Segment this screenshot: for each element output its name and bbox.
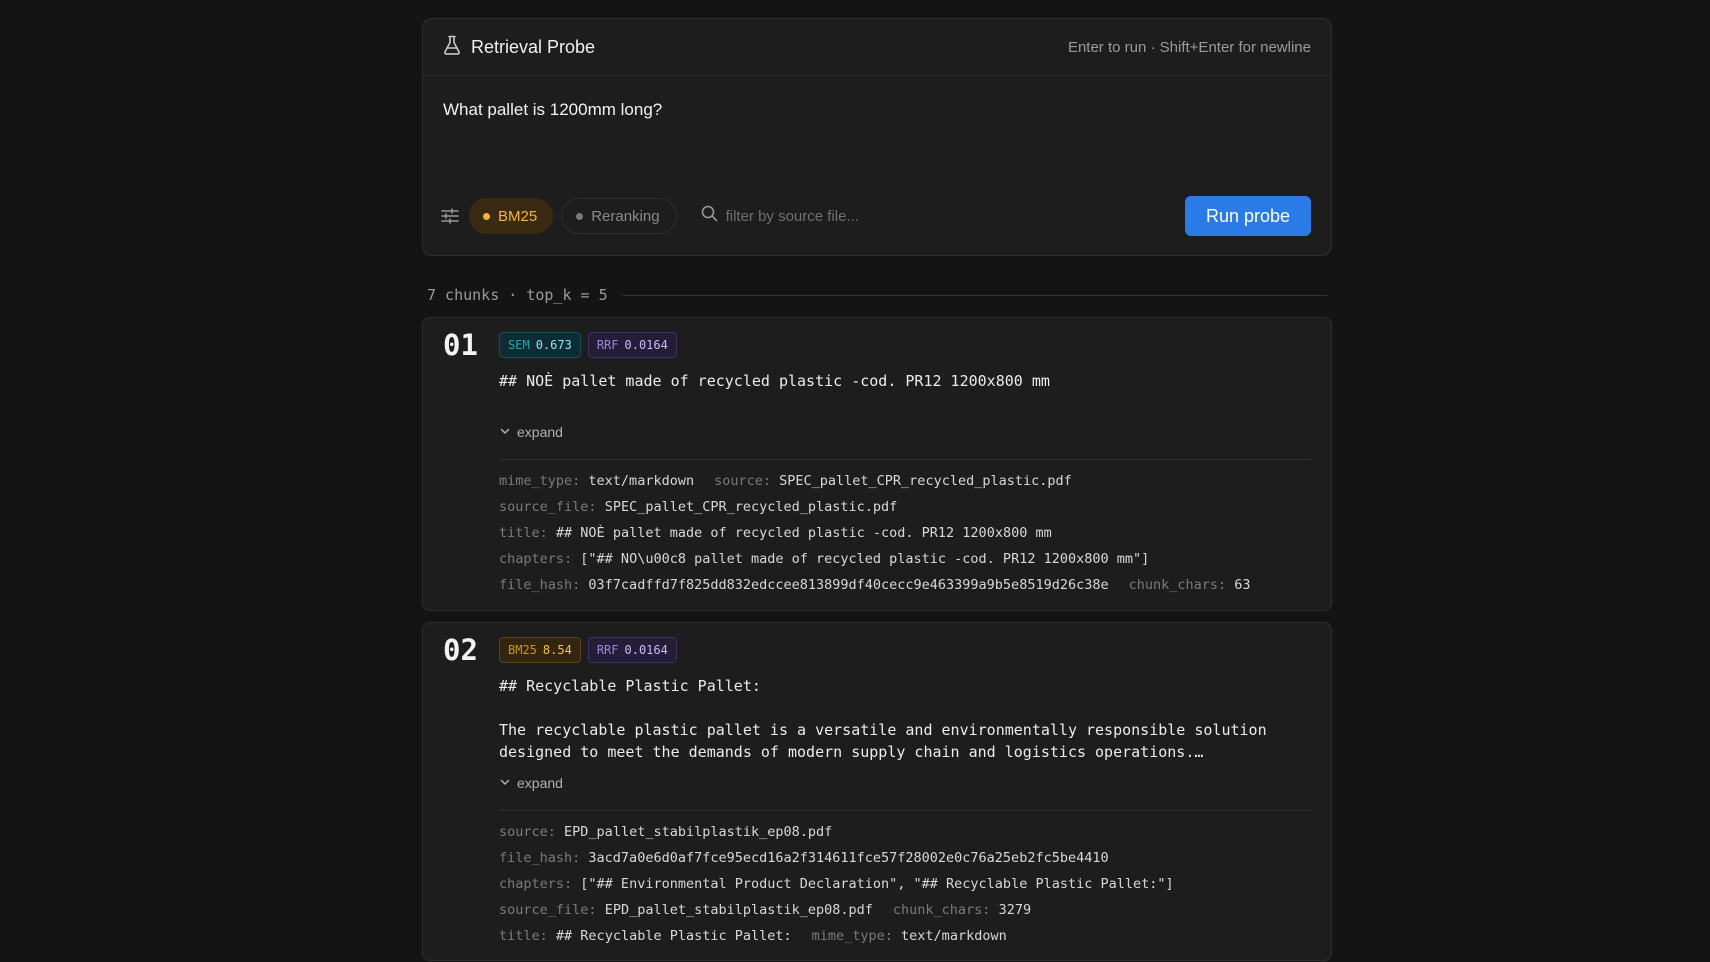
meta-chapters: chapters: ["## Environmental Product Dec…	[499, 876, 1174, 892]
rrf-badge-value: 0.0164	[624, 643, 668, 657]
flask-icon	[443, 35, 461, 60]
result-rank: 01	[443, 328, 478, 362]
meta-chunk-chars: chunk_chars: 3279	[892, 902, 1032, 918]
probe-header: Retrieval Probe Enter to run · Shift+Ent…	[423, 19, 1331, 76]
result-card: 02 BM25 8.54 RRF 0.0164 ## Recyclable Pl…	[422, 622, 1332, 961]
bm25-badge-value: 8.54	[542, 643, 572, 657]
probe-panel: Retrieval Probe Enter to run · Shift+Ent…	[422, 18, 1332, 256]
source-filter	[701, 205, 1185, 227]
metadata-row: chapters: ["## NO\u00c8 pallet made of r…	[499, 546, 1319, 572]
bm25-badge-label: BM25	[508, 643, 537, 657]
score-badges: SEM 0.673 RRF 0.0164	[499, 332, 677, 358]
reranking-toggle[interactable]: Reranking	[561, 198, 677, 234]
rrf-score-badge: RRF 0.0164	[587, 637, 677, 663]
score-badges: BM25 8.54 RRF 0.0164	[499, 637, 677, 663]
bm25-toggle[interactable]: BM25	[469, 198, 554, 234]
meta-source-file: source_file: SPEC_pallet_CPR_recycled_pl…	[499, 499, 898, 515]
probe-title-group: Retrieval Probe	[443, 35, 595, 60]
expand-toggle[interactable]: expand	[499, 775, 563, 791]
rrf-badge-value: 0.0164	[624, 338, 668, 352]
metadata-divider	[499, 459, 1311, 460]
meta-source: source: EPD_pallet_stabilplastik_ep08.pd…	[499, 824, 833, 840]
reranking-toggle-label: Reranking	[591, 207, 660, 225]
meta-mime-type: mime_type: text/markdown	[811, 928, 1007, 944]
sem-badge-value: 0.673	[535, 338, 572, 352]
metadata-row: file_hash: 03f7cadffd7f825dd832edccee813…	[499, 572, 1319, 598]
results-count: 7 chunks · top_k = 5	[427, 286, 608, 304]
sem-badge-label: SEM	[508, 338, 530, 352]
metadata-list: source: EPD_pallet_stabilplastik_ep08.pd…	[499, 819, 1319, 949]
sem-score-badge: SEM 0.673	[499, 332, 581, 358]
chevron-down-icon	[499, 775, 511, 791]
chunk-text: ## Recyclable Plastic Pallet: The recycl…	[499, 677, 1267, 761]
metadata-row: source: EPD_pallet_stabilplastik_ep08.pd…	[499, 819, 1319, 845]
source-filter-input[interactable]	[725, 207, 1026, 225]
results-summary: 7 chunks · top_k = 5	[427, 285, 1327, 305]
expand-toggle[interactable]: expand	[499, 424, 563, 440]
summary-divider	[621, 294, 1327, 296]
query-input[interactable]: What pallet is 1200mm long?	[443, 99, 1303, 121]
expand-label: expand	[517, 424, 563, 440]
expand-label: expand	[517, 775, 563, 791]
chunk-text: ## NOÈ pallet made of recycled plastic -…	[499, 372, 1050, 390]
keyboard-hint: Enter to run · Shift+Enter for newline	[1067, 38, 1311, 56]
meta-title: title: ## NOÈ pallet made of recycled pl…	[499, 525, 1052, 541]
inactive-dot-icon	[576, 212, 584, 220]
meta-chapters: chapters: ["## NO\u00c8 pallet made of r…	[499, 551, 1150, 567]
metadata-list: mime_type: text/markdown source: SPEC_pa…	[499, 468, 1319, 598]
metadata-row: source_file: SPEC_pallet_CPR_recycled_pl…	[499, 494, 1319, 520]
metadata-row: mime_type: text/markdown source: SPEC_pa…	[499, 468, 1319, 494]
metadata-row: title: ## Recyclable Plastic Pallet: mim…	[499, 923, 1319, 949]
meta-file-hash: file_hash: 3acd7a0e6d0af7fce95ecd16a2f31…	[499, 850, 1109, 866]
meta-title: title: ## Recyclable Plastic Pallet:	[499, 928, 792, 944]
metadata-row: source_file: EPD_pallet_stabilplastik_ep…	[499, 897, 1319, 923]
meta-source: source: SPEC_pallet_CPR_recycled_plastic…	[714, 473, 1072, 489]
result-card: 01 SEM 0.673 RRF 0.0164 ## NOÈ pallet ma…	[422, 317, 1332, 611]
bm25-score-badge: BM25 8.54	[499, 637, 581, 663]
run-probe-button[interactable]: Run probe	[1185, 196, 1311, 236]
meta-file-hash: file_hash: 03f7cadffd7f825dd832edccee813…	[499, 577, 1109, 593]
rrf-badge-label: RRF	[596, 643, 619, 657]
probe-controls: BM25 Reranking Run probe	[441, 195, 1311, 237]
meta-chunk-chars: chunk_chars: 63	[1128, 577, 1251, 593]
sliders-icon[interactable]	[441, 206, 461, 226]
search-icon	[701, 205, 718, 227]
rrf-score-badge: RRF 0.0164	[587, 332, 677, 358]
meta-mime-type: mime_type: text/markdown	[499, 473, 695, 489]
active-dot-icon	[483, 212, 490, 220]
metadata-row: chapters: ["## Environmental Product Dec…	[499, 871, 1319, 897]
result-rank: 02	[443, 633, 478, 667]
chevron-down-icon	[499, 424, 511, 440]
metadata-divider	[499, 810, 1311, 811]
page-title: Retrieval Probe	[471, 36, 596, 57]
rrf-badge-label: RRF	[596, 338, 619, 352]
meta-source-file: source_file: EPD_pallet_stabilplastik_ep…	[499, 902, 873, 918]
metadata-row: file_hash: 3acd7a0e6d0af7fce95ecd16a2f31…	[499, 845, 1319, 871]
metadata-row: title: ## NOÈ pallet made of recycled pl…	[499, 520, 1319, 546]
bm25-toggle-label: BM25	[498, 207, 538, 225]
